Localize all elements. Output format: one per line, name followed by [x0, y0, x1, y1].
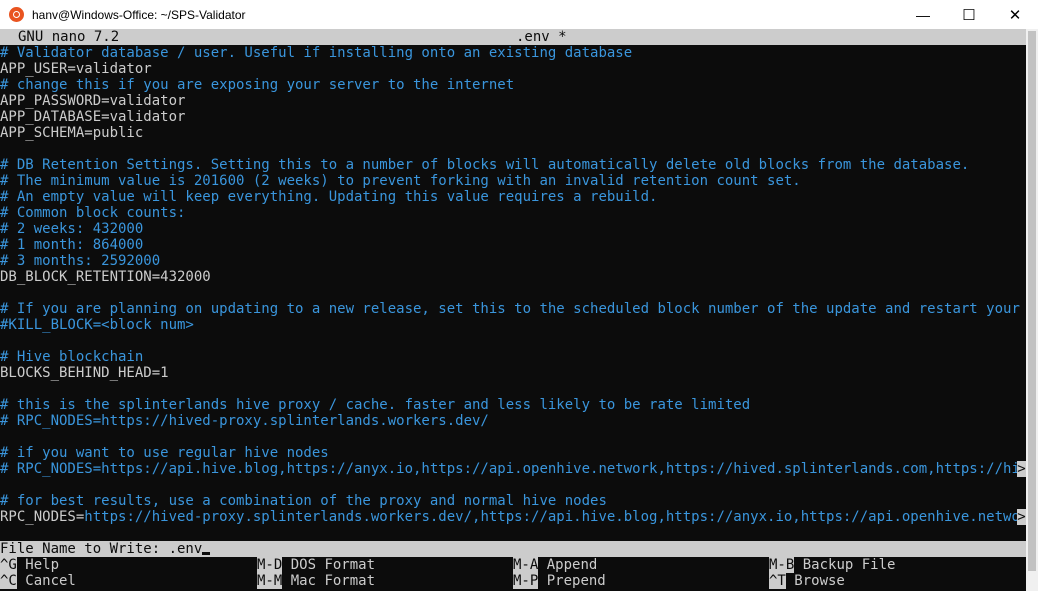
editor-line: # this is the splinterlands hive proxy /…: [0, 397, 751, 413]
line-overflow-marker: >: [1017, 509, 1026, 525]
window-title: hanv@Windows-Office: ~/SPS-Validator: [32, 7, 246, 22]
ubuntu-icon: [9, 7, 24, 22]
shortcut-backup-file[interactable]: M-B Backup File: [769, 557, 895, 573]
nano-header: GNU nano 7.2 .env *: [0, 29, 1026, 45]
editor-line: APP_DATABASE=validator: [0, 109, 186, 125]
editor-line: # Common block counts:: [0, 205, 186, 221]
editor-line: RPC_NODES=https://hived-proxy.splinterla…: [0, 509, 1026, 525]
filename-prompt[interactable]: File Name to Write: .env: [0, 541, 1026, 557]
editor-line: BLOCKS_BEHIND_HEAD=1: [0, 365, 169, 381]
editor-line: # change this if you are exposing your s…: [0, 77, 515, 93]
terminal-scrollbar[interactable]: [1026, 29, 1038, 591]
shortcut-dos-format[interactable]: M-D DOS Format: [257, 557, 375, 573]
editor-line: APP_SCHEMA=public: [0, 125, 144, 141]
editor-line: APP_PASSWORD=validator: [0, 93, 186, 109]
line-overflow-marker: >: [1017, 461, 1026, 477]
editor-line: DB_BLOCK_RETENTION=432000: [0, 269, 211, 285]
editor-content[interactable]: # Validator database / user. Useful if i…: [0, 45, 1026, 525]
shortcut-help[interactable]: ^G Help: [0, 557, 59, 573]
nano-filename: .env *: [516, 29, 567, 45]
editor-line: # for best results, use a combination of…: [0, 493, 607, 509]
editor-line: # The minimum value is 201600 (2 weeks) …: [0, 173, 801, 189]
prompt-label: File Name to Write:: [0, 541, 169, 557]
filename-input[interactable]: .env: [169, 541, 203, 557]
shortcut-cancel[interactable]: ^C Cancel: [0, 573, 76, 589]
window-titlebar: hanv@Windows-Office: ~/SPS-Validator — ☐…: [0, 0, 1038, 29]
shortcut-bar: ^G Help M-D DOS Format M-A Append M-B Ba…: [0, 557, 1026, 589]
shortcut-prepend[interactable]: M-P Prepend: [513, 573, 606, 589]
editor-line: # if you want to use regular hive nodes: [0, 445, 329, 461]
editor-line: APP_USER=validator: [0, 61, 152, 77]
close-button[interactable]: ✕: [992, 0, 1038, 29]
editor-line: # Hive blockchain: [0, 349, 144, 365]
editor-line: # 3 months: 2592000: [0, 253, 161, 269]
window-controls: — ☐ ✕: [900, 0, 1038, 29]
shortcut-append[interactable]: M-A Append: [513, 557, 597, 573]
editor-line: # If you are planning on updating to a n…: [0, 301, 1026, 317]
editor-line: # DB Retention Settings. Setting this to…: [0, 157, 970, 173]
maximize-button[interactable]: ☐: [946, 0, 992, 29]
text-cursor: [202, 552, 211, 555]
editor-line: #KILL_BLOCK=<block num>: [0, 317, 194, 333]
editor-line: # RPC_NODES=https://hived-proxy.splinter…: [0, 413, 489, 429]
terminal[interactable]: GNU nano 7.2 .env * # Validator database…: [0, 29, 1026, 591]
editor-line: # Validator database / user. Useful if i…: [0, 45, 633, 61]
nano-version: GNU nano 7.2: [18, 29, 120, 45]
editor-line: # 1 month: 864000: [0, 237, 144, 253]
shortcut-browse[interactable]: ^T Browse: [769, 573, 845, 589]
editor-line: # An empty value will keep everything. U…: [0, 189, 658, 205]
minimize-button[interactable]: —: [900, 0, 946, 29]
scrollbar-thumb[interactable]: [1028, 31, 1036, 571]
shortcut-mac-format[interactable]: M-M Mac Format: [257, 573, 375, 589]
editor-line: # 2 weeks: 432000: [0, 221, 144, 237]
editor-line: # RPC_NODES=https://api.hive.blog,https:…: [0, 461, 1026, 477]
